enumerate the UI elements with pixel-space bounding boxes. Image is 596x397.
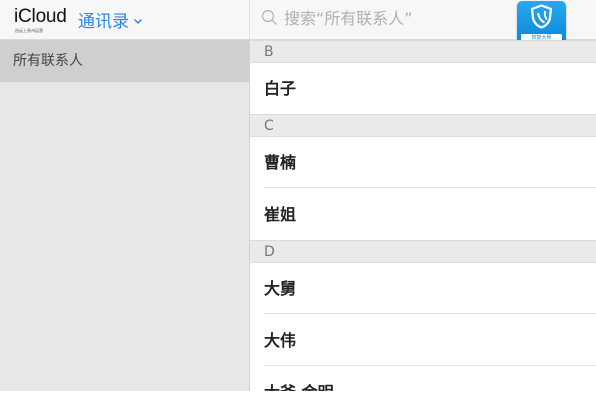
top-bar: iCloud 由云上贵州运营 通讯录 搜索“所有联系人” 恢复大师 bbox=[0, 0, 596, 44]
brand-subtitle: 由云上贵州运营 bbox=[15, 28, 43, 33]
sidebar: 所有联系人 bbox=[0, 40, 250, 397]
contact-list[interactable]: B 白子 C 曹楠 崔姐 D 大舅 大伟 大爷 金明 bbox=[250, 40, 596, 397]
row-divider bbox=[264, 187, 596, 188]
row-divider bbox=[264, 365, 596, 366]
row-divider bbox=[264, 313, 596, 314]
contact-name: 大舅 bbox=[264, 279, 297, 298]
contact-name: 大伟 bbox=[264, 331, 297, 350]
chevron-down-icon bbox=[134, 18, 142, 24]
search-field[interactable]: 搜索“所有联系人” bbox=[261, 5, 501, 29]
bottom-edge bbox=[0, 391, 596, 397]
contact-name: 大爷 金明 bbox=[264, 383, 334, 391]
list-item[interactable]: 曹楠 bbox=[250, 137, 596, 188]
list-item[interactable]: 大伟 bbox=[250, 315, 596, 366]
section-header-c: C bbox=[250, 114, 596, 137]
app-switcher[interactable]: 通讯录 bbox=[78, 7, 143, 32]
contact-name: 崔姐 bbox=[264, 205, 297, 224]
app-name: 通讯录 bbox=[78, 12, 129, 32]
list-item[interactable]: 大舅 bbox=[250, 263, 596, 314]
section-header-d: D bbox=[250, 240, 596, 263]
search-icon bbox=[261, 9, 277, 25]
contact-name: 曹楠 bbox=[264, 153, 297, 172]
watermark-logo: 恢复大师 bbox=[517, 1, 566, 44]
contact-name: 白子 bbox=[264, 79, 297, 98]
sidebar-item-all-contacts[interactable]: 所有联系人 bbox=[0, 40, 249, 82]
shield-icon bbox=[530, 4, 553, 29]
list-item[interactable]: 崔姐 bbox=[250, 189, 596, 240]
header-divider bbox=[249, 0, 250, 39]
search-placeholder: 搜索“所有联系人” bbox=[284, 9, 413, 28]
brand-name: iCloud bbox=[14, 6, 67, 27]
section-header-b: B bbox=[250, 40, 596, 63]
list-item[interactable]: 白子 bbox=[250, 63, 596, 114]
brand: iCloud 由云上贵州运营 通讯录 bbox=[14, 6, 174, 36]
list-item[interactable]: 大爷 金明 bbox=[250, 367, 596, 391]
